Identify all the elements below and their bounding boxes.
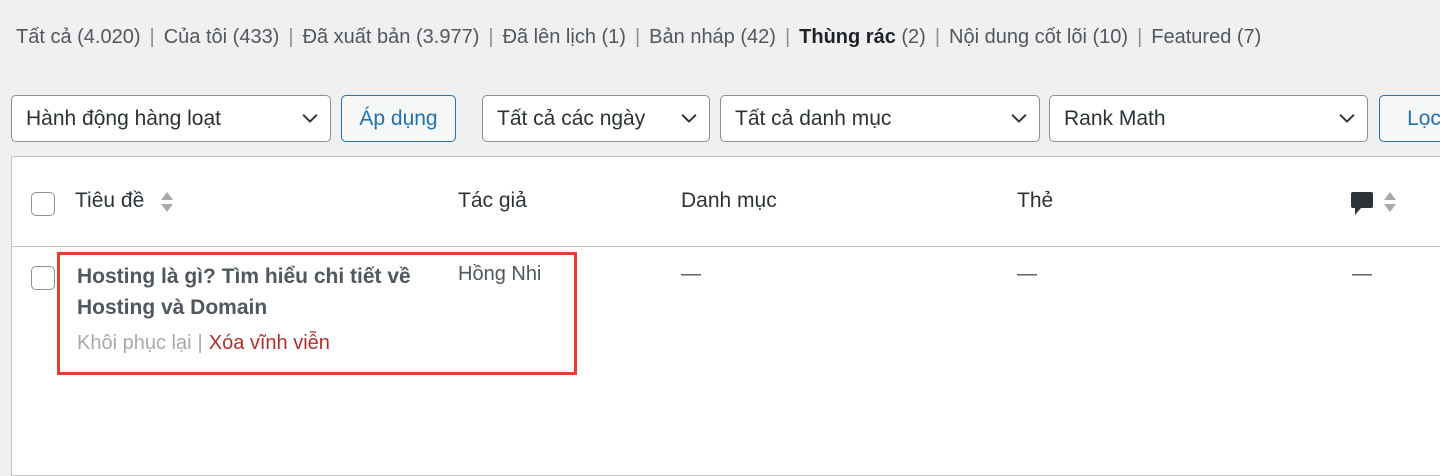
status-link-cornerstone[interactable]: Nội dung cốt lõi (10) <box>949 26 1128 48</box>
status-count: (4.020) <box>77 26 141 48</box>
bulk-action-select[interactable]: Hành động hàng loạt <box>11 95 331 142</box>
status-link-published[interactable]: Đã xuất bản (3.977) <box>303 26 480 48</box>
chevron-down-icon <box>302 114 318 123</box>
column-title-label: Tiêu đề <box>75 189 145 212</box>
column-header-tags: Thẻ <box>1017 189 1053 213</box>
comments-cell: — <box>1352 263 1372 285</box>
separator: | <box>784 26 791 48</box>
chevron-down-icon <box>681 114 697 123</box>
rank-math-filter-label: Rank Math <box>1064 107 1166 130</box>
separator: | <box>934 26 941 48</box>
separator: | <box>288 26 294 48</box>
column-header-author: Tác giả <box>458 189 527 213</box>
category-filter-select[interactable]: Tất cả danh mục <box>720 95 1040 142</box>
posts-table: Tiêu đề Tác giả Danh mục Thẻ Hosting là … <box>11 156 1440 476</box>
status-link-label: Thùng rác <box>799 26 896 48</box>
restore-link[interactable]: Khôi phục lại <box>77 332 192 354</box>
status-link-all[interactable]: Tất cả (4.020) <box>16 26 141 48</box>
separator: | <box>197 332 203 354</box>
select-all-checkbox[interactable] <box>31 192 55 216</box>
row-actions: Khôi phục lại | Xóa vĩnh viễn <box>77 332 330 355</box>
table-toolbar: Hành động hàng loạt Áp dụng Tất cả các n… <box>11 95 1440 142</box>
status-link-label: Đã lên lịch <box>502 26 596 48</box>
column-header-title[interactable]: Tiêu đề <box>75 189 144 213</box>
sort-icon[interactable] <box>160 190 174 214</box>
separator: | <box>634 26 641 48</box>
column-tags-label: Thẻ <box>1017 189 1054 212</box>
status-link-label: Bản nháp <box>649 26 735 48</box>
author-cell[interactable]: Hồng Nhi <box>458 263 541 286</box>
status-link-label: Nội dung cốt lõi <box>949 26 1087 48</box>
rank-math-filter-select[interactable]: Rank Math <box>1049 95 1368 142</box>
status-link-trash[interactable]: Thùng rác (2) <box>799 26 926 48</box>
status-count: (2) <box>901 26 926 48</box>
sort-icon[interactable] <box>1383 190 1397 214</box>
separator: | <box>1137 26 1143 48</box>
status-link-featured[interactable]: Featured (7) <box>1151 26 1261 48</box>
status-link-label: Tất cả <box>16 26 72 48</box>
category-filter-label: Tất cả danh mục <box>735 107 892 130</box>
date-filter-select[interactable]: Tất cả các ngày <box>482 95 710 142</box>
column-author-label: Tác giả <box>458 189 527 212</box>
post-title-link[interactable]: Hosting là gì? Tìm hiểu chi tiết về Host… <box>77 261 447 323</box>
status-count: (1) <box>601 26 626 48</box>
apply-button[interactable]: Áp dụng <box>341 95 456 142</box>
separator: | <box>149 26 155 48</box>
status-count: (10) <box>1092 26 1129 48</box>
status-link-label: Đã xuất bản <box>302 26 411 48</box>
status-link-drafts[interactable]: Bản nháp (42) <box>649 26 776 48</box>
comment-bubble-icon[interactable] <box>1350 191 1374 217</box>
chevron-down-icon <box>1339 114 1355 123</box>
status-link-scheduled[interactable]: Đã lên lịch (1) <box>503 26 626 48</box>
categories-cell: — <box>681 263 701 285</box>
separator: | <box>488 26 494 48</box>
delete-permanently-link[interactable]: Xóa vĩnh viễn <box>209 332 330 354</box>
status-link-label: Của tôi <box>163 26 228 48</box>
table-header: Tiêu đề Tác giả Danh mục Thẻ <box>12 157 1440 247</box>
status-count: (3.977) <box>415 26 480 48</box>
column-header-categories: Danh mục <box>681 189 777 213</box>
column-categories-label: Danh mục <box>681 189 777 212</box>
row-checkbox[interactable] <box>31 266 55 290</box>
bulk-action-label: Hành động hàng loạt <box>26 107 221 130</box>
status-count: (7) <box>1236 26 1262 48</box>
filter-button[interactable]: Lọc <box>1379 95 1440 142</box>
status-filter-links: Tất cả (4.020) | Của tôi (433) | Đã xuất bản… <box>16 24 1261 50</box>
chevron-down-icon <box>1011 114 1027 123</box>
date-filter-label: Tất cả các ngày <box>497 107 646 130</box>
tags-cell: — <box>1017 263 1037 285</box>
status-count: (42) <box>740 26 776 48</box>
status-link-label: Featured <box>1151 26 1232 48</box>
status-link-mine[interactable]: Của tôi (433) <box>164 26 280 48</box>
status-count: (433) <box>232 26 280 48</box>
